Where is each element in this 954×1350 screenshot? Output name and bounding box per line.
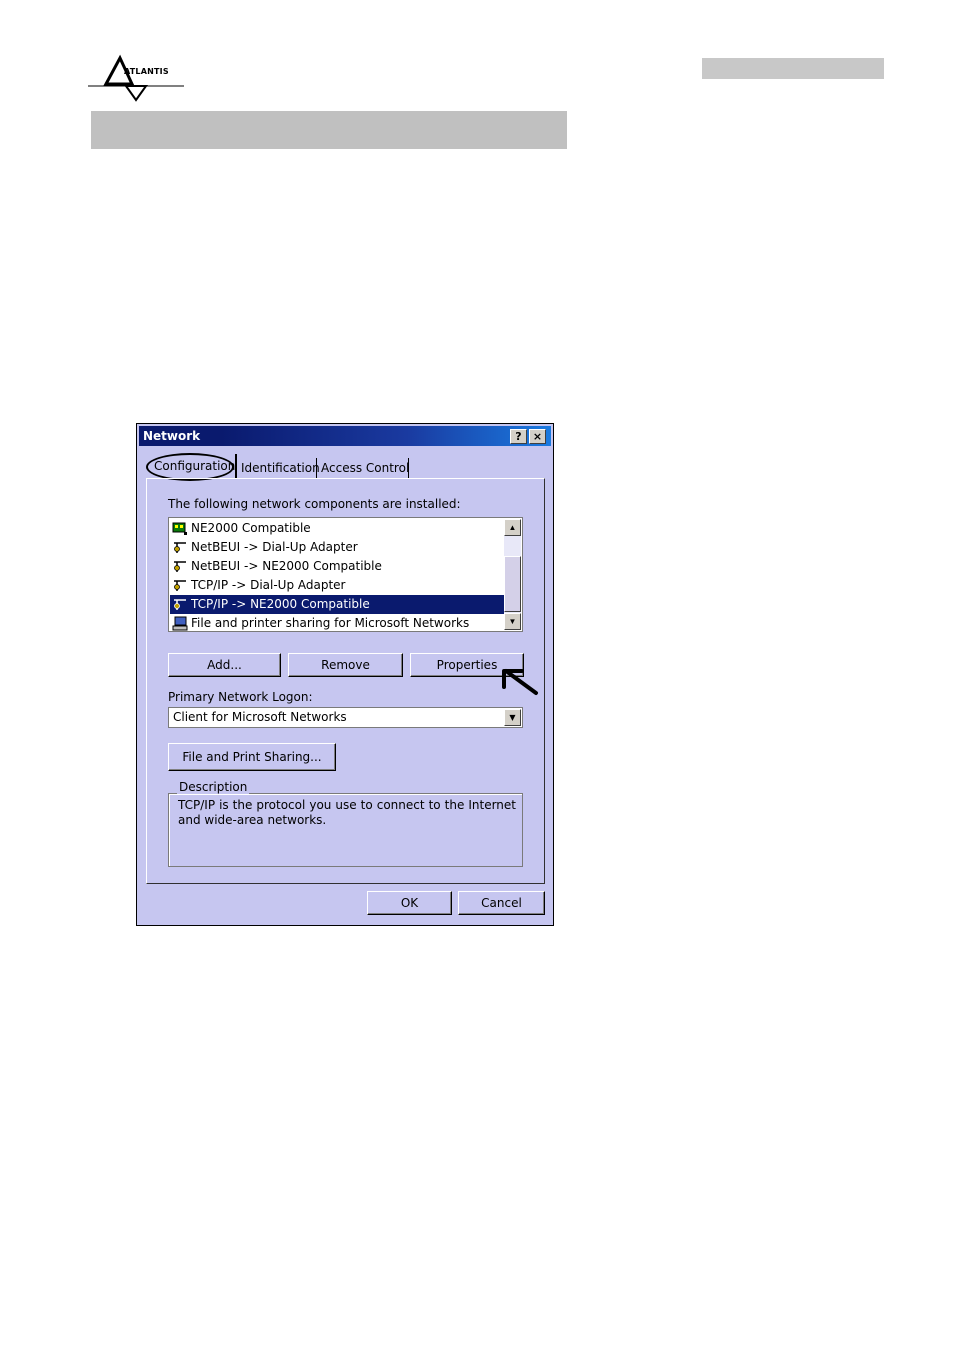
primary-logon-select[interactable]: Client for Microsoft Networks ▼ bbox=[168, 707, 523, 728]
scroll-thumb[interactable] bbox=[504, 556, 521, 612]
ok-button[interactable]: OK bbox=[367, 891, 452, 915]
components-label: The following network components are ins… bbox=[168, 497, 461, 511]
annotation-arrow-icon bbox=[502, 669, 538, 695]
list-item-selected[interactable]: TCP/IP -> NE2000 Compatible bbox=[170, 595, 504, 614]
logo-text: ATLANTIS bbox=[124, 67, 169, 76]
title-bar[interactable]: Network ? × bbox=[139, 426, 551, 446]
header-bar-left bbox=[91, 111, 567, 149]
header-bar-right bbox=[702, 58, 884, 79]
remove-button[interactable]: Remove bbox=[288, 653, 403, 677]
list-item[interactable]: NetBEUI -> Dial-Up Adapter bbox=[170, 538, 504, 557]
list-item[interactable]: NetBEUI -> NE2000 Compatible bbox=[170, 557, 504, 576]
file-print-sharing-button[interactable]: File and Print Sharing... bbox=[168, 743, 336, 771]
list-item-label: NE2000 Compatible bbox=[191, 521, 311, 535]
network-dialog: Network ? × Configuration Identification… bbox=[136, 423, 554, 926]
list-item-label: NetBEUI -> Dial-Up Adapter bbox=[191, 540, 358, 554]
list-item[interactable]: NE2000 Compatible bbox=[170, 519, 504, 538]
list-scrollbar[interactable]: ▲ ▼ bbox=[504, 519, 521, 630]
list-item-label: TCP/IP -> Dial-Up Adapter bbox=[191, 578, 346, 592]
protocol-icon bbox=[174, 561, 186, 572]
network-adapter-icon bbox=[172, 522, 187, 535]
chevron-down-icon[interactable]: ▼ bbox=[504, 709, 521, 726]
description-text: TCP/IP is the protocol you use to connec… bbox=[178, 798, 516, 827]
help-button[interactable]: ? bbox=[510, 429, 527, 444]
list-item[interactable]: TCP/IP -> Dial-Up Adapter bbox=[170, 576, 504, 595]
protocol-icon bbox=[174, 599, 186, 610]
primary-logon-value: Client for Microsoft Networks bbox=[173, 710, 347, 724]
window-title: Network bbox=[143, 429, 201, 443]
sharing-icon bbox=[172, 616, 188, 631]
scroll-down-icon[interactable]: ▼ bbox=[504, 613, 521, 630]
list-item-label: File and printer sharing for Microsoft N… bbox=[191, 616, 470, 630]
close-button[interactable]: × bbox=[529, 429, 546, 444]
list-item[interactable]: File and printer sharing for Microsoft N… bbox=[170, 614, 504, 631]
scroll-up-icon[interactable]: ▲ bbox=[504, 519, 521, 536]
tab-access-control[interactable]: Access Control bbox=[318, 458, 409, 478]
cancel-button[interactable]: Cancel bbox=[458, 891, 545, 915]
protocol-icon bbox=[174, 580, 186, 591]
list-item-label: NetBEUI -> NE2000 Compatible bbox=[191, 559, 382, 573]
list-item-label: TCP/IP -> NE2000 Compatible bbox=[191, 597, 370, 611]
atlantis-logo bbox=[88, 54, 184, 102]
tab-identification[interactable]: Identification bbox=[238, 458, 320, 478]
tab-configuration[interactable]: Configuration bbox=[151, 454, 237, 478]
protocol-icon bbox=[174, 542, 186, 553]
primary-logon-label: Primary Network Logon: bbox=[168, 690, 313, 704]
add-button[interactable]: Add... bbox=[168, 653, 281, 677]
components-list[interactable]: NE2000 Compatible NetBEUI -> Dial-Up Ada… bbox=[168, 517, 523, 632]
description-title: Description bbox=[177, 780, 250, 794]
